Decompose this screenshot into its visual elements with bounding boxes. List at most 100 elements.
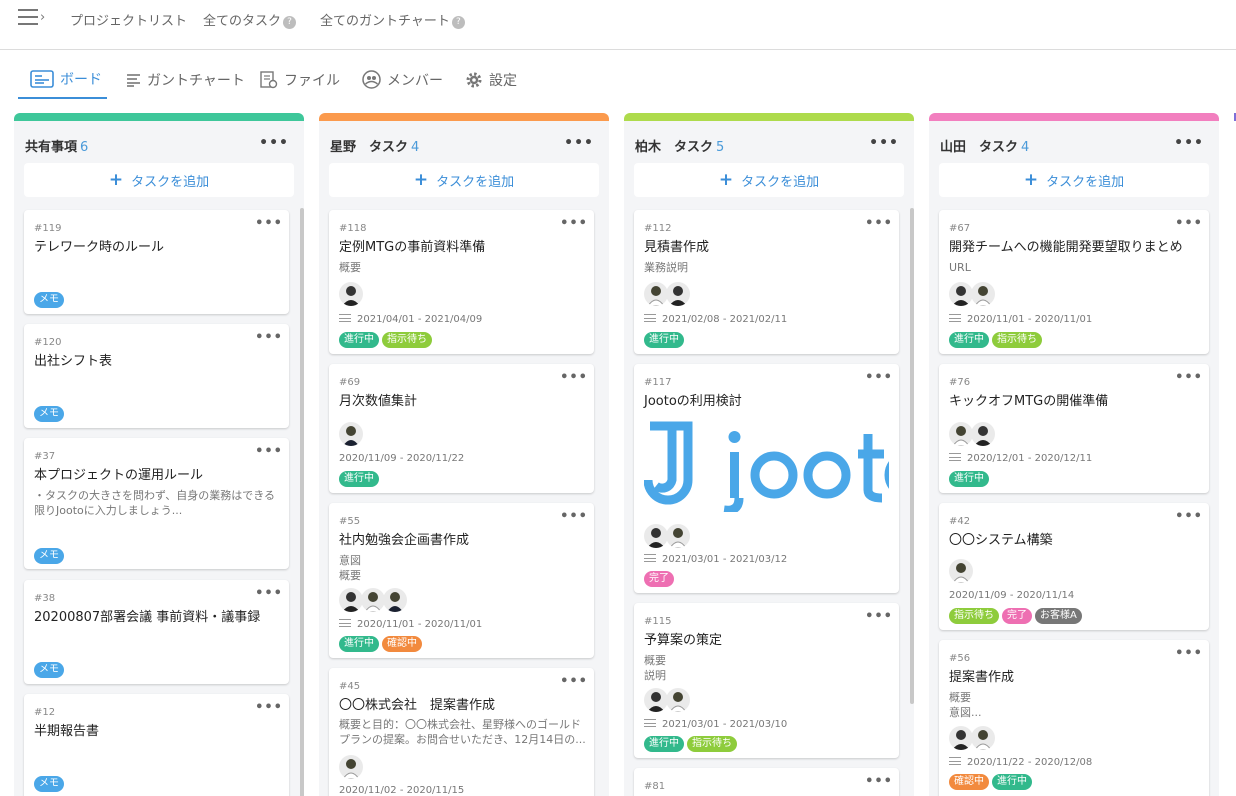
card-more-icon[interactable]: •••: [255, 216, 283, 231]
card-more-icon[interactable]: •••: [560, 509, 588, 524]
add-task-button[interactable]: + タスクを追加: [329, 163, 599, 197]
column-more-icon[interactable]: •••: [1174, 135, 1204, 151]
task-id: #69: [339, 377, 361, 388]
tag-client: お客様A: [1035, 608, 1082, 624]
task-card[interactable]: #115 ••• 予算案の策定 概要 説明 2021/03/01 - 2021/0…: [634, 603, 899, 758]
card-more-icon[interactable]: •••: [1175, 370, 1203, 385]
task-id: #115: [644, 616, 672, 627]
tab-members-label: メンバー: [387, 72, 443, 89]
menu-icon[interactable]: ›: [18, 8, 52, 28]
column-kashiwagi: 柏木 タスク 5 ••• + タスクを追加 #112 ••• 見積書作成 業務説明 …: [624, 113, 914, 796]
task-card[interactable]: #67 ••• 開発チームへの機能開発要望取りまとめ URL 2020/11/0…: [939, 210, 1209, 354]
tag-done: 完了: [1002, 608, 1032, 624]
avatar: [339, 422, 363, 446]
task-description: 概要: [339, 261, 361, 274]
task-id: #81: [644, 781, 666, 792]
nav-project-list-label: プロジェクトリスト: [70, 14, 188, 29]
task-title: 開発チームへの機能開発要望取りまとめ: [949, 240, 1183, 255]
card-more-icon[interactable]: •••: [560, 674, 588, 689]
add-task-label: タスクを追加: [741, 174, 820, 190]
card-more-icon[interactable]: •••: [1175, 216, 1203, 231]
column-scrollbar[interactable]: [300, 208, 304, 796]
tab-files[interactable]: ファイル: [260, 60, 340, 99]
task-title: 本プロジェクトの運用ルール: [34, 468, 204, 483]
task-title: 月次数値集計: [339, 394, 418, 409]
add-task-button[interactable]: + タスクを追加: [634, 163, 904, 197]
task-title: 〇〇システム構築: [949, 533, 1053, 548]
tab-board-label: ボード: [60, 71, 102, 88]
task-card[interactable]: #120 ••• 出社シフト表 メモ: [24, 324, 289, 428]
tab-members[interactable]: メンバー: [362, 60, 443, 99]
task-description: 概要 説明: [644, 654, 666, 682]
tag-in-progress: 進行中: [644, 736, 684, 752]
add-task-button[interactable]: + タスクを追加: [24, 163, 294, 197]
card-more-icon[interactable]: •••: [560, 216, 588, 231]
jooto-logo-image: [644, 420, 889, 512]
task-id: #120: [34, 337, 62, 348]
tab-gantt[interactable]: ガントチャート: [126, 60, 245, 99]
board-icon: [30, 69, 54, 88]
card-more-icon[interactable]: •••: [865, 774, 893, 789]
column-color-bar: [929, 113, 1219, 121]
column-more-icon[interactable]: •••: [869, 135, 899, 151]
task-card[interactable]: #55 ••• 社内勉強会企画書作成 意図 概要 2020/11/01 - 202…: [329, 503, 594, 658]
task-date-range: 2020/11/09 - 2020/11/22: [339, 453, 465, 464]
add-task-button[interactable]: + タスクを追加: [939, 163, 1209, 197]
avatar: [949, 282, 973, 306]
card-more-icon[interactable]: •••: [255, 586, 283, 601]
task-card[interactable]: #69 ••• 月次数値集計 2020/11/09 - 2020/11/22 進…: [329, 364, 594, 493]
file-icon: [260, 70, 278, 88]
task-card[interactable]: #119 ••• テレワーク時のルール メモ: [24, 210, 289, 314]
card-more-icon[interactable]: •••: [865, 216, 893, 231]
task-date-range: 2020/11/09 - 2020/11/14: [949, 590, 1075, 601]
nav-all-tasks[interactable]: 全てのタスク?: [203, 10, 297, 29]
column-more-icon[interactable]: •••: [564, 135, 594, 151]
calendar-icon: [949, 453, 961, 461]
avatar: [644, 524, 668, 548]
avatar: [339, 588, 363, 612]
task-card[interactable]: #37 ••• 本プロジェクトの運用ルール ・タスクの大きさを問わず、自身の業務…: [24, 438, 289, 569]
card-more-icon[interactable]: •••: [865, 609, 893, 624]
task-card[interactable]: #112 ••• 見積書作成 業務説明 2021/02/08 - 2021/02…: [634, 210, 899, 354]
card-more-icon[interactable]: •••: [255, 330, 283, 345]
column-count: 4: [1021, 140, 1030, 155]
nav-project-list[interactable]: プロジェクトリスト: [70, 10, 187, 29]
task-card[interactable]: #76 ••• キックオフMTGの開催準備 2020/12/01 - 2020/…: [939, 364, 1209, 493]
task-card[interactable]: #12 ••• 半期報告書 メモ: [24, 694, 289, 796]
tab-board[interactable]: ボード: [18, 60, 107, 99]
task-id: #119: [34, 223, 62, 234]
avatar: [339, 755, 363, 779]
task-card[interactable]: #117 ••• Jootoの利用検討 2021/03/01 - 2021/03…: [634, 364, 899, 593]
task-description: 業務説明: [644, 261, 688, 274]
task-card[interactable]: #38 ••• 20200807部署会議 事前資料・議事録 メモ: [24, 580, 289, 684]
card-more-icon[interactable]: •••: [1175, 646, 1203, 661]
avatar: [666, 524, 690, 548]
card-more-icon[interactable]: •••: [1175, 509, 1203, 524]
task-card[interactable]: #81 •••: [634, 768, 899, 796]
column-yamada: 山田 タスク 4 ••• + タスクを追加 #67 ••• 開発チームへの機能開発要…: [929, 113, 1219, 796]
calendar-icon: [339, 619, 351, 627]
column-color-bar: [14, 113, 304, 121]
card-more-icon[interactable]: •••: [560, 370, 588, 385]
plus-icon: +: [108, 170, 124, 190]
task-card[interactable]: #56 ••• 提案書作成 概要 意図... 2020/11/22 - 2020/…: [939, 640, 1209, 796]
card-more-icon[interactable]: •••: [255, 700, 283, 715]
column-title: 共有事項 6: [25, 140, 89, 155]
task-date-range: 2020/11/02 - 2020/11/15: [339, 785, 465, 796]
column-more-icon[interactable]: •••: [259, 135, 289, 151]
task-card[interactable]: #42 ••• 〇〇システム構築 2020/11/09 - 2020/11/14…: [939, 503, 1209, 630]
nav-all-gantt[interactable]: 全てのガントチャート?: [320, 10, 465, 29]
card-more-icon[interactable]: •••: [865, 370, 893, 385]
help-icon[interactable]: ?: [451, 16, 465, 29]
task-id: #112: [644, 223, 672, 234]
tag-in-progress: 進行中: [339, 636, 379, 652]
members-icon: [362, 70, 381, 89]
task-date-range: 2020/11/01 - 2020/11/01: [949, 314, 1092, 325]
help-icon[interactable]: ?: [283, 16, 297, 29]
task-card[interactable]: #45 ••• 〇〇株式会社 提案書作成 概要と目的：〇〇株式会社、星野様へのゴ…: [329, 668, 594, 796]
card-more-icon[interactable]: •••: [255, 444, 283, 459]
column-scrollbar[interactable]: [910, 208, 914, 704]
tab-settings[interactable]: 設定: [465, 60, 517, 99]
task-card[interactable]: #118 ••• 定例MTGの事前資料準備 概要 2021/04/01 - 20…: [329, 210, 594, 354]
tag-in-progress: 進行中: [644, 332, 684, 348]
